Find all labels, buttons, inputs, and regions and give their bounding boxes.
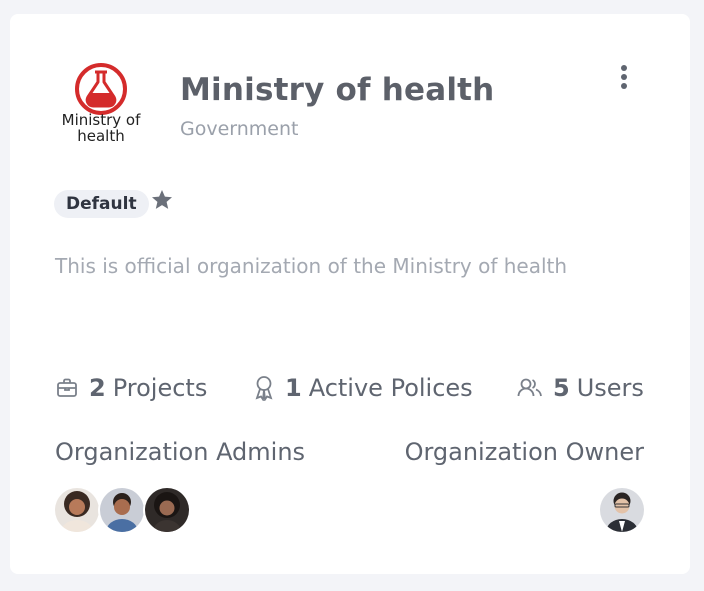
briefcase-icon (55, 376, 79, 400)
organization-description: This is official organization of the Min… (55, 254, 568, 278)
logo-text: Ministry of health (61, 111, 141, 145)
admin-avatar-2[interactable] (98, 486, 146, 534)
organization-card: Ministry of health Ministry of health Go… (10, 14, 690, 574)
owner-avatar-group (598, 486, 646, 534)
admins-heading: Organization Admins (55, 438, 306, 466)
admin-avatar-1[interactable] (53, 486, 101, 534)
admins-avatar-group (53, 486, 203, 534)
policies-label: Active Polices (308, 374, 473, 402)
users-stat[interactable]: 5 Users (517, 372, 644, 404)
policies-count: 1 (285, 374, 302, 402)
admin-avatar-3[interactable] (143, 486, 191, 534)
users-icon (517, 376, 543, 400)
policies-stat[interactable]: 1 Active Polices (253, 372, 473, 404)
projects-label: Projects (112, 374, 208, 402)
organization-name: Ministry of health (180, 72, 495, 108)
star-icon[interactable] (150, 188, 174, 212)
organization-type: Government (180, 118, 299, 140)
projects-count: 2 (89, 374, 106, 402)
kebab-menu-icon (621, 65, 627, 71)
projects-stat[interactable]: 2 Projects (55, 372, 207, 404)
ribbon-icon (253, 375, 275, 401)
users-label: Users (576, 374, 644, 402)
owner-heading: Organization Owner (404, 438, 644, 466)
default-badge: Default (54, 190, 149, 218)
owner-avatar[interactable] (598, 486, 646, 534)
organization-logo: Ministry of health (55, 62, 147, 150)
more-options-button[interactable] (612, 62, 636, 92)
users-count: 5 (553, 374, 570, 402)
